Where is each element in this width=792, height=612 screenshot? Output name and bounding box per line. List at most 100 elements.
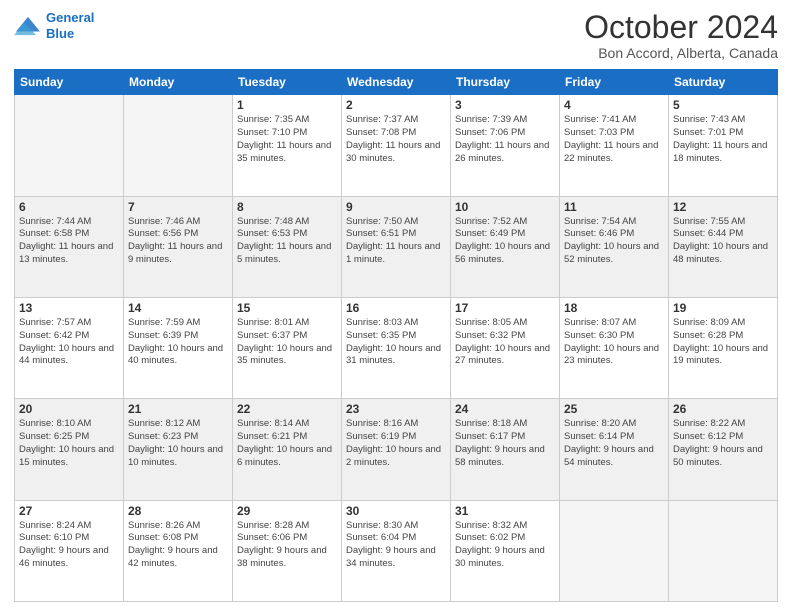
day-number: 31 (455, 504, 555, 518)
calendar-cell (15, 95, 124, 196)
calendar-cell: 16 Sunrise: 8:03 AM Sunset: 6:35 PM Dayli… (342, 297, 451, 398)
calendar-table: SundayMondayTuesdayWednesdayThursdayFrid… (14, 69, 778, 602)
day-info: Sunrise: 7:54 AM Sunset: 6:46 PM Dayligh… (564, 216, 664, 267)
calendar-cell: 23 Sunrise: 8:16 AM Sunset: 6:19 PM Dayli… (342, 399, 451, 500)
logo-line1: General (46, 10, 94, 25)
calendar-week-row: 27 Sunrise: 8:24 AM Sunset: 6:10 PM Dayli… (15, 500, 778, 601)
day-number: 24 (455, 402, 555, 416)
day-info: Sunrise: 7:55 AM Sunset: 6:44 PM Dayligh… (673, 216, 773, 267)
day-info: Sunrise: 8:05 AM Sunset: 6:32 PM Dayligh… (455, 317, 555, 368)
calendar-cell: 31 Sunrise: 8:32 AM Sunset: 6:02 PM Dayli… (451, 500, 560, 601)
calendar-cell: 3 Sunrise: 7:39 AM Sunset: 7:06 PM Daylig… (451, 95, 560, 196)
calendar-cell: 10Sunrise: 7:52 AM Sunset: 6:49 PM Dayli… (451, 196, 560, 297)
day-number: 5 (673, 98, 773, 112)
day-number: 1 (237, 98, 337, 112)
day-info: Sunrise: 7:41 AM Sunset: 7:03 PM Dayligh… (564, 114, 664, 165)
calendar-cell (124, 95, 233, 196)
calendar-cell: 24 Sunrise: 8:18 AM Sunset: 6:17 PM Dayli… (451, 399, 560, 500)
day-number: 16 (346, 301, 446, 315)
col-header-friday: Friday (560, 70, 669, 95)
day-info: Sunrise: 7:46 AM Sunset: 6:56 PM Dayligh… (128, 216, 228, 267)
calendar-cell: 11 Sunrise: 7:54 AM Sunset: 6:46 PM Dayli… (560, 196, 669, 297)
day-info: Sunrise: 8:14 AM Sunset: 6:21 PM Dayligh… (237, 418, 337, 469)
day-info: Sunrise: 7:59 AM Sunset: 6:39 PM Dayligh… (128, 317, 228, 368)
calendar-week-row: 1 Sunrise: 7:35 AM Sunset: 7:10 PM Daylig… (15, 95, 778, 196)
day-number: 25 (564, 402, 664, 416)
calendar-cell: 21Sunrise: 8:12 AM Sunset: 6:23 PM Dayli… (124, 399, 233, 500)
day-info: Sunrise: 7:35 AM Sunset: 7:10 PM Dayligh… (237, 114, 337, 165)
calendar-cell: 4 Sunrise: 7:41 AM Sunset: 7:03 PM Daylig… (560, 95, 669, 196)
calendar-cell: 1 Sunrise: 7:35 AM Sunset: 7:10 PM Daylig… (233, 95, 342, 196)
day-number: 23 (346, 402, 446, 416)
calendar-cell: 2Sunrise: 7:37 AM Sunset: 7:08 PM Daylig… (342, 95, 451, 196)
calendar-week-row: 20Sunrise: 8:10 AM Sunset: 6:25 PM Dayli… (15, 399, 778, 500)
calendar-cell: 5 Sunrise: 7:43 AM Sunset: 7:01 PM Daylig… (669, 95, 778, 196)
day-info: Sunrise: 8:07 AM Sunset: 6:30 PM Dayligh… (564, 317, 664, 368)
day-number: 7 (128, 200, 228, 214)
page: General Blue October 2024 Bon Accord, Al… (0, 0, 792, 612)
day-number: 15 (237, 301, 337, 315)
day-info: Sunrise: 8:30 AM Sunset: 6:04 PM Dayligh… (346, 520, 446, 571)
calendar-cell: 15Sunrise: 8:01 AM Sunset: 6:37 PM Dayli… (233, 297, 342, 398)
calendar-cell: 18Sunrise: 8:07 AM Sunset: 6:30 PM Dayli… (560, 297, 669, 398)
day-info: Sunrise: 8:26 AM Sunset: 6:08 PM Dayligh… (128, 520, 228, 571)
logo-text: General Blue (46, 10, 94, 41)
day-number: 13 (19, 301, 119, 315)
calendar-cell (560, 500, 669, 601)
day-number: 3 (455, 98, 555, 112)
day-info: Sunrise: 8:16 AM Sunset: 6:19 PM Dayligh… (346, 418, 446, 469)
calendar-cell: 29 Sunrise: 8:28 AM Sunset: 6:06 PM Dayli… (233, 500, 342, 601)
title-block: October 2024 Bon Accord, Alberta, Canada (584, 10, 778, 61)
calendar-cell: 19Sunrise: 8:09 AM Sunset: 6:28 PM Dayli… (669, 297, 778, 398)
day-number: 30 (346, 504, 446, 518)
day-info: Sunrise: 7:57 AM Sunset: 6:42 PM Dayligh… (19, 317, 119, 368)
day-number: 17 (455, 301, 555, 315)
day-number: 28 (128, 504, 228, 518)
calendar-cell: 13 Sunrise: 7:57 AM Sunset: 6:42 PM Dayli… (15, 297, 124, 398)
col-header-thursday: Thursday (451, 70, 560, 95)
day-info: Sunrise: 8:22 AM Sunset: 6:12 PM Dayligh… (673, 418, 773, 469)
calendar-header-row: SundayMondayTuesdayWednesdayThursdayFrid… (15, 70, 778, 95)
day-info: Sunrise: 8:24 AM Sunset: 6:10 PM Dayligh… (19, 520, 119, 571)
calendar-cell: 7 Sunrise: 7:46 AM Sunset: 6:56 PM Daylig… (124, 196, 233, 297)
day-number: 11 (564, 200, 664, 214)
calendar-week-row: 6Sunrise: 7:44 AM Sunset: 6:58 PM Daylig… (15, 196, 778, 297)
calendar-cell: 20Sunrise: 8:10 AM Sunset: 6:25 PM Dayli… (15, 399, 124, 500)
calendar-cell: 17 Sunrise: 8:05 AM Sunset: 6:32 PM Dayli… (451, 297, 560, 398)
calendar-cell: 9 Sunrise: 7:50 AM Sunset: 6:51 PM Daylig… (342, 196, 451, 297)
calendar-week-row: 13 Sunrise: 7:57 AM Sunset: 6:42 PM Dayli… (15, 297, 778, 398)
col-header-sunday: Sunday (15, 70, 124, 95)
calendar-cell: 27 Sunrise: 8:24 AM Sunset: 6:10 PM Dayli… (15, 500, 124, 601)
day-info: Sunrise: 8:18 AM Sunset: 6:17 PM Dayligh… (455, 418, 555, 469)
day-number: 12 (673, 200, 773, 214)
day-info: Sunrise: 8:03 AM Sunset: 6:35 PM Dayligh… (346, 317, 446, 368)
day-number: 22 (237, 402, 337, 416)
logo: General Blue (14, 10, 94, 41)
day-number: 14 (128, 301, 228, 315)
col-header-tuesday: Tuesday (233, 70, 342, 95)
day-info: Sunrise: 8:12 AM Sunset: 6:23 PM Dayligh… (128, 418, 228, 469)
day-info: Sunrise: 7:39 AM Sunset: 7:06 PM Dayligh… (455, 114, 555, 165)
day-info: Sunrise: 7:52 AM Sunset: 6:49 PM Dayligh… (455, 216, 555, 267)
logo-line2: Blue (46, 26, 74, 41)
calendar-cell (669, 500, 778, 601)
col-header-wednesday: Wednesday (342, 70, 451, 95)
day-number: 6 (19, 200, 119, 214)
calendar-cell: 14 Sunrise: 7:59 AM Sunset: 6:39 PM Dayli… (124, 297, 233, 398)
day-info: Sunrise: 7:48 AM Sunset: 6:53 PM Dayligh… (237, 216, 337, 267)
day-info: Sunrise: 8:32 AM Sunset: 6:02 PM Dayligh… (455, 520, 555, 571)
day-info: Sunrise: 8:09 AM Sunset: 6:28 PM Dayligh… (673, 317, 773, 368)
day-number: 27 (19, 504, 119, 518)
day-info: Sunrise: 8:28 AM Sunset: 6:06 PM Dayligh… (237, 520, 337, 571)
day-number: 20 (19, 402, 119, 416)
calendar-cell: 22 Sunrise: 8:14 AM Sunset: 6:21 PM Dayli… (233, 399, 342, 500)
day-number: 26 (673, 402, 773, 416)
calendar-cell: 30 Sunrise: 8:30 AM Sunset: 6:04 PM Dayli… (342, 500, 451, 601)
calendar-cell: 8Sunrise: 7:48 AM Sunset: 6:53 PM Daylig… (233, 196, 342, 297)
sub-title: Bon Accord, Alberta, Canada (584, 45, 778, 61)
day-info: Sunrise: 7:43 AM Sunset: 7:01 PM Dayligh… (673, 114, 773, 165)
day-number: 29 (237, 504, 337, 518)
day-number: 4 (564, 98, 664, 112)
day-number: 9 (346, 200, 446, 214)
day-info: Sunrise: 7:50 AM Sunset: 6:51 PM Dayligh… (346, 216, 446, 267)
